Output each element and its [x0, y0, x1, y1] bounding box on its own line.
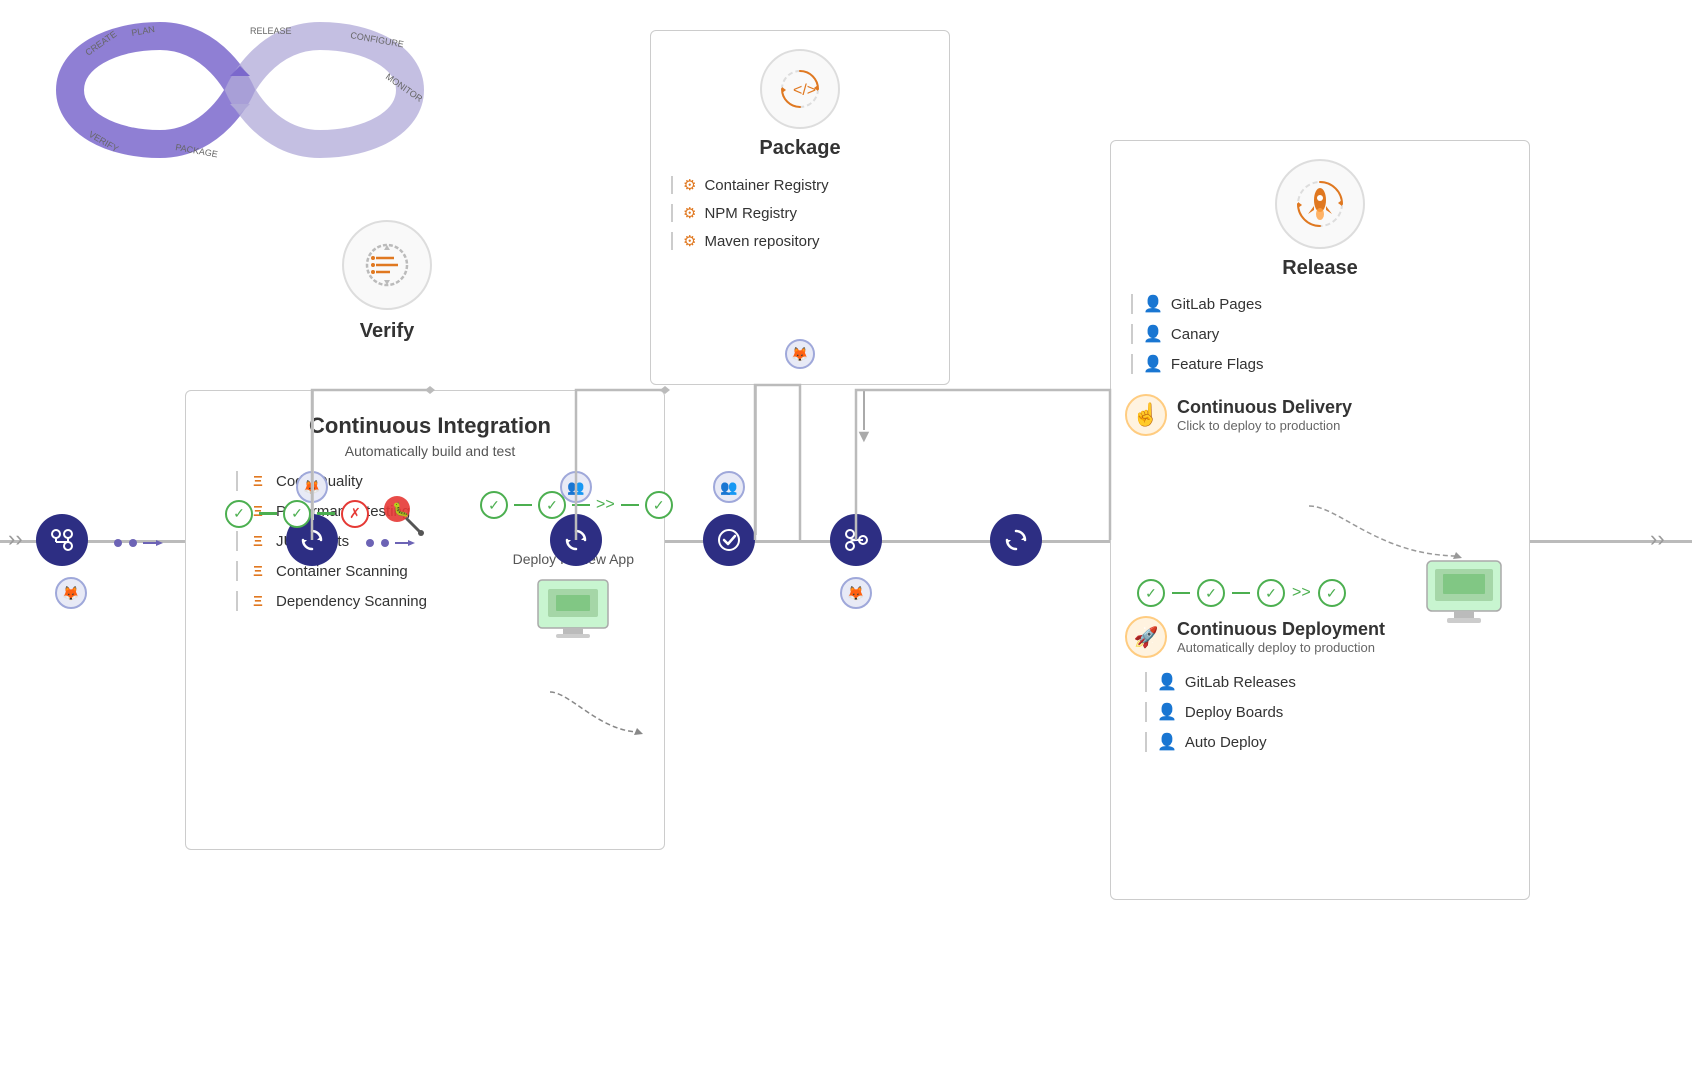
cdeploy-section: 🚀 Continuous Deployment Automatically de… [1111, 616, 1529, 752]
package-title: Package [651, 137, 949, 160]
ci-connector-line [312, 390, 314, 520]
pipeline-merge-node [830, 514, 882, 566]
cd-check-1: ✓ [1137, 579, 1165, 607]
e-icon-4: Ξ [248, 561, 268, 581]
pipeline-end-arrows: ›› [1650, 526, 1665, 552]
ci-subtitle: Automatically build and test [216, 443, 644, 459]
check-pass-5: ✓ [645, 491, 673, 519]
deploy-review-dashed-arrow [540, 682, 660, 742]
cdeploy-title: Continuous Deployment [1177, 619, 1385, 640]
package-connector-line [755, 385, 757, 535]
check-fail-1: ✗ [341, 500, 369, 528]
connector-dots-1 [108, 537, 168, 549]
person-icon-5: 👤 [1157, 702, 1177, 722]
cd-dash-1 [1172, 592, 1190, 595]
svg-text:🐛: 🐛 [392, 501, 409, 518]
avatar-1: 🦊 [55, 577, 87, 609]
ci-title: Continuous Integration [216, 413, 644, 439]
check-pass-2: ✓ [283, 500, 311, 528]
release-gitlab-pages: 👤 GitLab Pages [1131, 294, 1529, 314]
pipeline-node-release [990, 514, 1042, 566]
release-title: Release [1111, 257, 1529, 280]
cdeploy-gitlab-releases: 👤 GitLab Releases [1145, 672, 1515, 692]
registry-icon-1: ⚙ [683, 176, 696, 194]
rocket-small-icon: 🚀 [1125, 616, 1167, 658]
package-icon-circle: </> [760, 49, 840, 129]
release-box: Release 👤 GitLab Pages 👤 Canary 👤 Featur… [1110, 140, 1530, 900]
pipeline-node-2 [550, 514, 602, 566]
dash-3 [514, 504, 532, 507]
release-feature-flags: 👤 Feature Flags [1131, 354, 1529, 374]
cd-subtitle: Click to deploy to production [1177, 418, 1352, 433]
e-icon-5: Ξ [248, 591, 268, 611]
release-canary: 👤 Canary [1131, 324, 1529, 344]
checks-row-pass: ✓ ✓ >> ✓ [480, 491, 673, 519]
package-maven-repo: ⚙ Maven repository [671, 232, 949, 250]
double-arrow-1: >> [596, 496, 615, 514]
package-box: </> Package ⚙ Container Registry ⚙ NPM R… [650, 30, 950, 385]
connector-dots-2 [360, 537, 420, 549]
dashed-arrow-cd [1299, 496, 1499, 576]
person-icon-6: 👤 [1157, 732, 1177, 752]
cd-dash-2 [1232, 592, 1250, 595]
cdeploy-subtitle: Automatically deploy to production [1177, 640, 1385, 655]
avatar-4: 👥 [713, 471, 745, 503]
ci-box: Continuous Integration Automatically bui… [185, 390, 665, 850]
release-icon-circle [1275, 159, 1365, 249]
pipeline-node-3 [703, 514, 755, 566]
avatar-package: 🦊 [785, 339, 815, 369]
cd-section: ☝️ Continuous Delivery Click to deploy t… [1111, 394, 1529, 436]
dash-4 [572, 504, 590, 507]
verify-title: Verify [342, 320, 432, 343]
person-icon-3: 👤 [1143, 354, 1163, 374]
verify-icon-container: Verify [342, 220, 432, 343]
package-feature-list: ⚙ Container Registry ⚙ NPM Registry ⚙ Ma… [651, 176, 949, 250]
cdeploy-feature-list: 👤 GitLab Releases 👤 Deploy Boards 👤 Auto… [1125, 672, 1515, 752]
main-container: DEV OPS CREATE PLAN RELEASE CONFIGURE MO… [0, 0, 1692, 1068]
cd-monitor [1419, 556, 1509, 633]
cd-check-3: ✓ [1257, 579, 1285, 607]
svg-text:OPS: OPS [302, 78, 348, 103]
double-arrow-cd: >> [1292, 584, 1311, 602]
svg-text:DEV: DEV [122, 78, 168, 103]
checks-row-fail: ✓ ✓ ✗ 🐛 [225, 491, 424, 536]
cd-title: Continuous Delivery [1177, 397, 1352, 418]
cdeploy-auto-deploy: 👤 Auto Deploy [1145, 732, 1515, 752]
dash-2 [317, 512, 335, 515]
registry-icon-3: ⚙ [683, 232, 696, 250]
cd-check-4: ✓ [1318, 579, 1346, 607]
avatar-5: 🦊 [840, 577, 872, 609]
svg-text:RELEASE: RELEASE [250, 26, 292, 36]
dash-1 [259, 512, 277, 515]
pipeline-start-arrows: ›› [8, 526, 23, 552]
check-pass-3: ✓ [480, 491, 508, 519]
registry-icon-2: ⚙ [683, 204, 696, 222]
cd-check-2: ✓ [1197, 579, 1225, 607]
bug-search-icon: 🐛 [379, 491, 424, 536]
devops-infinity-loop: DEV OPS CREATE PLAN RELEASE CONFIGURE MO… [30, 18, 450, 163]
e-icon-1: Ξ [248, 471, 268, 491]
dash-5 [621, 504, 639, 507]
person-icon-1: 👤 [1143, 294, 1163, 314]
svg-text:</>: </> [793, 82, 816, 99]
release-feature-list: 👤 GitLab Pages 👤 Canary 👤 Feature Flags [1111, 294, 1529, 374]
git-node [36, 514, 88, 566]
hand-icon: ☝️ [1125, 394, 1167, 436]
package-npm-registry: ⚙ NPM Registry [671, 204, 949, 222]
person-icon-2: 👤 [1143, 324, 1163, 344]
cd-checks-row: ✓ ✓ ✓ >> ✓ [1137, 579, 1346, 607]
pipeline-down-arrow: ▼ [855, 390, 873, 447]
cdeploy-deploy-boards: 👤 Deploy Boards [1145, 702, 1515, 722]
person-icon-4: 👤 [1157, 672, 1177, 692]
check-pass-1: ✓ [225, 500, 253, 528]
svg-text:PACKAGE: PACKAGE [175, 142, 219, 159]
package-container-registry: ⚙ Container Registry [671, 176, 949, 194]
check-pass-4: ✓ [538, 491, 566, 519]
